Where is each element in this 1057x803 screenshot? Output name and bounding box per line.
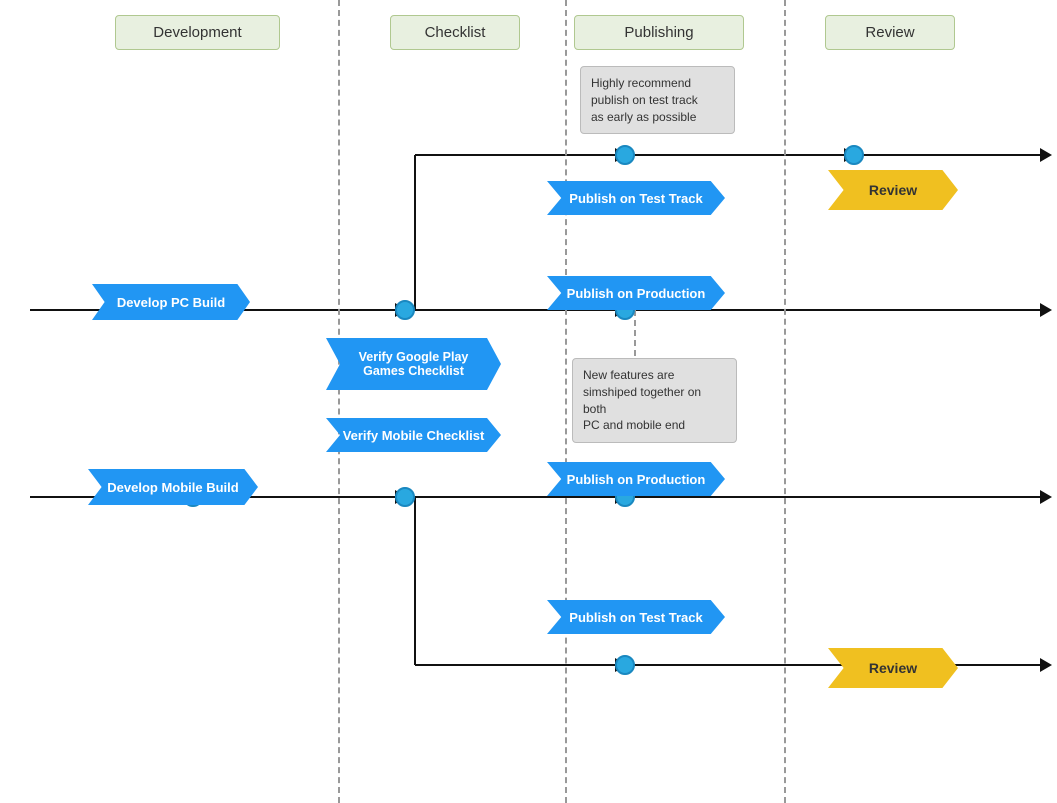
lane-divider-dev-checklist	[338, 0, 340, 803]
note-simship-text: New features are simshiped together on b…	[583, 368, 701, 432]
col-header-review: Review	[825, 15, 955, 50]
node-review-branch-top	[844, 145, 864, 165]
col-header-review-label: Review	[865, 24, 914, 41]
col-header-development-label: Development	[153, 24, 241, 41]
review-label-top: Review	[828, 170, 958, 210]
node-publishing-branch-top	[615, 145, 635, 165]
col-header-checklist: Checklist	[390, 15, 520, 50]
col-header-publishing-label: Publishing	[624, 24, 693, 41]
task-verify-google-play: Verify Google Play Games Checklist	[326, 338, 501, 390]
node-checklist-bottom	[395, 487, 415, 507]
task-verify-mobile-checklist: Verify Mobile Checklist	[326, 418, 501, 452]
task-develop-pc-build: Develop PC Build	[92, 284, 250, 320]
col-header-checklist-label: Checklist	[425, 24, 486, 41]
note-publish-test-track: Highly recommend publish on test track a…	[580, 66, 735, 134]
review-label-bottom: Review	[828, 648, 958, 688]
node-publishing-branch-bottom	[615, 655, 635, 675]
task-publish-production-top: Publish on Production	[547, 276, 725, 310]
task-develop-mobile-build: Develop Mobile Build	[88, 469, 258, 505]
node-checklist-top	[395, 300, 415, 320]
col-header-development: Development	[115, 15, 280, 50]
col-header-publishing: Publishing	[574, 15, 744, 50]
lane-divider-checklist-publishing	[565, 0, 567, 803]
task-publish-test-track-top: Publish on Test Track	[547, 181, 725, 215]
note-simship: New features are simshiped together on b…	[572, 358, 737, 443]
task-publish-production-bottom: Publish on Production	[547, 462, 725, 496]
task-publish-test-track-bottom: Publish on Test Track	[547, 600, 725, 634]
lane-divider-publishing-review	[784, 0, 786, 803]
diagram: Development Checklist Publishing Review …	[0, 0, 1057, 803]
note-publish-test-track-text: Highly recommend publish on test track a…	[591, 76, 698, 124]
